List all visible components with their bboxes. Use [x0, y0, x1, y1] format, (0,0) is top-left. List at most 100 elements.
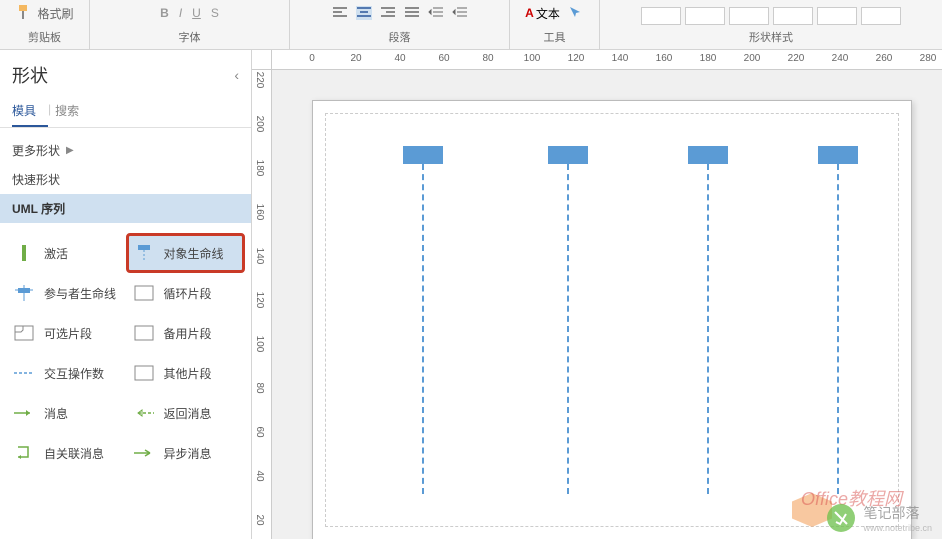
shape-alt-fragment[interactable]: 备用片段 — [126, 313, 246, 353]
ruler-tick: 140 — [612, 53, 629, 64]
ruler-tick: 100 — [524, 53, 541, 64]
ruler-tick: 40 — [254, 470, 265, 481]
shapes-grid: 激活 对象生命线 参与者生命线 循环片段 可选片段 备用片段 — [0, 223, 251, 483]
paragraph-group-label: 段落 — [389, 25, 411, 49]
ruler-tick: 80 — [482, 53, 493, 64]
bold-button[interactable]: B — [160, 6, 169, 20]
text-tool-button[interactable]: A 文本 — [525, 5, 560, 22]
ruler-tick: 60 — [438, 53, 449, 64]
alt-fragment-icon — [132, 323, 156, 343]
self-message-icon — [12, 443, 36, 463]
style-option[interactable] — [685, 7, 725, 25]
ruler-tick: 0 — [309, 53, 315, 64]
watermark-url: www.notetribe.cn — [863, 523, 932, 533]
shape-actor-lifeline[interactable]: 参与者生命线 — [6, 273, 126, 313]
lifeline-head[interactable] — [688, 146, 728, 164]
format-painter-button[interactable]: 格式刷 — [15, 3, 73, 23]
lifeline-line[interactable] — [707, 164, 709, 494]
shape-activation[interactable]: 激活 — [6, 233, 126, 273]
ruler-tick: 40 — [394, 53, 405, 64]
ruler-tick: 180 — [700, 53, 717, 64]
strike-button[interactable]: S — [211, 6, 219, 20]
lifeline-line[interactable] — [567, 164, 569, 494]
other-fragment-icon — [132, 363, 156, 383]
more-shapes-row[interactable]: 更多形状 ▶ — [12, 136, 239, 165]
lifeline-line[interactable] — [422, 164, 424, 494]
tab-stencils[interactable]: 模具 — [12, 96, 48, 127]
style-option[interactable] — [861, 7, 901, 25]
style-option[interactable] — [729, 7, 769, 25]
brush-icon — [15, 3, 35, 23]
shapes-pane-header: 形状 ‹ — [0, 50, 251, 96]
message-icon — [12, 403, 36, 423]
shape-opt-fragment[interactable]: 可选片段 — [6, 313, 126, 353]
ruler-corner — [252, 50, 272, 70]
shape-message[interactable]: 消息 — [6, 393, 126, 433]
shape-self-message[interactable]: 自关联消息 — [6, 433, 126, 473]
quick-shapes-row[interactable]: 快速形状 — [12, 165, 239, 194]
align-left-icon[interactable] — [332, 6, 348, 20]
main-area: 形状 ‹ 模具 | 搜索 更多形状 ▶ 快速形状 UML 序列 激活 — [0, 50, 942, 539]
object-lifeline-icon — [132, 243, 156, 263]
align-right-icon[interactable] — [380, 6, 396, 20]
lifeline-shape[interactable] — [403, 146, 443, 164]
shape-interaction-operand[interactable]: 交互操作数 — [6, 353, 126, 393]
ruler-tick: 120 — [568, 53, 585, 64]
ruler-tick: 260 — [876, 53, 893, 64]
ruler-tick: 280 — [920, 53, 937, 64]
shape-return-message[interactable]: 返回消息 — [126, 393, 246, 433]
align-center-icon[interactable] — [356, 6, 372, 20]
ribbon-group-clipboard: 格式刷 剪贴板 — [0, 0, 90, 49]
uml-sequence-stencil[interactable]: UML 序列 — [0, 194, 251, 223]
indent-inc-icon[interactable] — [452, 6, 468, 20]
shape-styles-group-label: 形状样式 — [749, 25, 793, 49]
lifeline-shape[interactable] — [548, 146, 588, 164]
indent-dec-icon[interactable] — [428, 6, 444, 20]
italic-button[interactable]: I — [179, 6, 182, 20]
tools-group-label: 工具 — [544, 25, 566, 49]
style-option[interactable] — [773, 7, 813, 25]
ruler-tick: 220 — [788, 53, 805, 64]
actor-lifeline-icon — [12, 283, 36, 303]
canvas[interactable]: 020406080100120140160180200220240260280 … — [252, 50, 942, 539]
ruler-tick: 180 — [254, 160, 265, 177]
collapse-pane-button[interactable]: ‹ — [234, 67, 239, 83]
align-justify-icon[interactable] — [404, 6, 420, 20]
shape-other-fragment[interactable]: 其他片段 — [126, 353, 246, 393]
pointer-tool-icon[interactable] — [568, 5, 584, 21]
chevron-right-icon: ▶ — [66, 145, 74, 156]
lifeline-head[interactable] — [403, 146, 443, 164]
shape-loop-fragment[interactable]: 循环片段 — [126, 273, 246, 313]
activation-icon — [12, 243, 36, 263]
ruler-tick: 100 — [254, 336, 265, 353]
ruler-tick: 160 — [254, 204, 265, 221]
ribbon-group-paragraph: 段落 — [290, 0, 510, 49]
ruler-tick: 60 — [254, 426, 265, 437]
tab-search[interactable]: 搜索 — [55, 96, 91, 127]
ribbon-group-font: B I U S 字体 — [90, 0, 290, 49]
lifeline-head[interactable] — [548, 146, 588, 164]
async-message-icon — [132, 443, 156, 463]
ruler-tick: 160 — [656, 53, 673, 64]
style-option[interactable] — [817, 7, 857, 25]
lifeline-line[interactable] — [837, 164, 839, 494]
watermark-name: 笔记部落 — [863, 503, 932, 523]
underline-button[interactable]: U — [192, 6, 201, 20]
lifeline-shape[interactable] — [688, 146, 728, 164]
shape-object-lifeline[interactable]: 对象生命线 — [126, 233, 246, 273]
lifeline-head[interactable] — [818, 146, 858, 164]
return-message-icon — [132, 403, 156, 423]
shape-async-message[interactable]: 异步消息 — [126, 433, 246, 473]
style-option[interactable] — [641, 7, 681, 25]
stencil-list: 更多形状 ▶ 快速形状 UML 序列 — [0, 128, 251, 223]
lifeline-shape[interactable] — [818, 146, 858, 164]
shape-style-gallery[interactable] — [641, 7, 901, 25]
ribbon: 格式刷 剪贴板 B I U S 字体 段落 A 文本 — [0, 0, 942, 50]
ruler-tick: 200 — [254, 116, 265, 133]
ruler-horizontal: 020406080100120140160180200220240260280 — [272, 50, 942, 70]
ruler-tick: 240 — [832, 53, 849, 64]
page-margin — [325, 113, 899, 527]
page-area[interactable] — [272, 70, 942, 539]
drawing-page[interactable] — [312, 100, 912, 539]
shapes-pane-tabs: 模具 | 搜索 — [0, 96, 251, 128]
